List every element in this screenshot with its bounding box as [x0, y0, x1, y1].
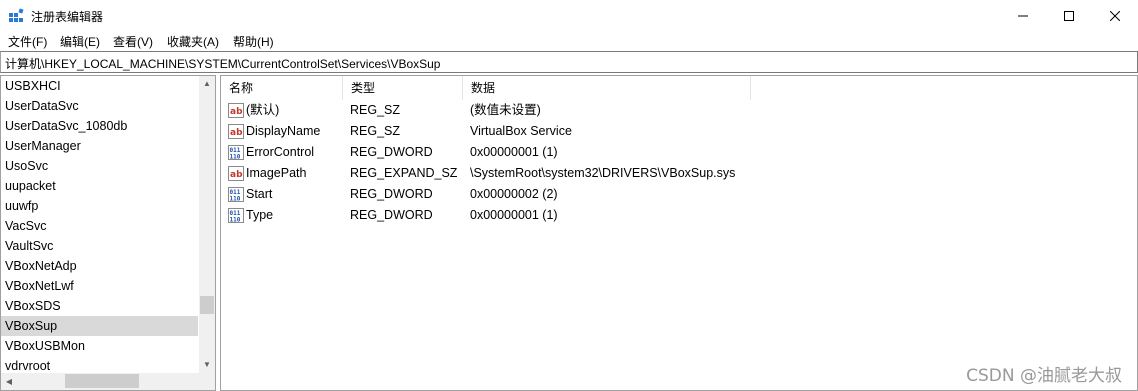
svg-text:ab: ab [230, 170, 243, 180]
dword-value-icon: 011110 [228, 145, 244, 160]
menu-file[interactable]: 文件(F) [8, 33, 47, 50]
value-name: ImagePath [246, 166, 307, 180]
scroll-up-icon[interactable]: ▲ [199, 76, 215, 92]
menu-view[interactable]: 查看(V) [113, 33, 153, 50]
svg-text:110: 110 [230, 196, 241, 203]
menu-help[interactable]: 帮助(H) [233, 33, 274, 50]
menu-bar: 文件(F) 编辑(E) 查看(V) 收藏夹(A) 帮助(H) [0, 31, 1138, 51]
value-row[interactable]: 011 110 Type REG_DWORD 0x00000001 (1) [221, 205, 1137, 226]
value-type: REG_DWORD [350, 145, 433, 159]
scroll-down-icon[interactable]: ▼ [199, 357, 215, 373]
tree-item[interactable]: VaultSvc [1, 236, 198, 256]
value-type: REG_SZ [350, 124, 401, 138]
value-row[interactable]: 011 110 Start REG_DWORD 0x00000002 (2) [221, 184, 1137, 205]
value-data: 0x00000001 (1) [470, 145, 558, 159]
dword-value-icon: 011110 [228, 187, 244, 202]
tree-horizontal-scrollbar[interactable]: ◀ [1, 373, 199, 390]
column-header-name[interactable]: 名称 [221, 76, 343, 100]
value-row[interactable]: 011 110 ErrorControl REG_DWORD 0x00000001 (1… [221, 142, 1137, 163]
tree-item[interactable]: uupacket [1, 176, 198, 196]
value-row[interactable]: ab DisplayName REG_SZ VirtualBox Service [221, 121, 1137, 142]
tree-item[interactable]: UserManager [1, 136, 198, 156]
maximize-icon [1064, 10, 1074, 21]
maximize-button[interactable] [1046, 0, 1092, 31]
value-row[interactable]: ab ImagePath REG_EXPAND_SZ \SystemRoot\syst… [221, 163, 1137, 184]
tree-item-selected[interactable]: VBoxSup [1, 316, 198, 336]
minimize-button[interactable] [1000, 0, 1046, 31]
string-value-icon: ab [228, 124, 244, 139]
svg-text:ab: ab [230, 107, 243, 117]
value-type: REG_SZ [350, 103, 401, 117]
minimize-icon [1018, 15, 1028, 16]
regedit-app-icon [9, 8, 24, 22]
menu-favorites[interactable]: 收藏夹(A) [167, 33, 219, 50]
menu-edit[interactable]: 编辑(E) [60, 33, 100, 50]
key-tree: USBXHCI UserDataSvc UserDataSvc_1080db U… [0, 75, 216, 391]
window-title: 注册表编辑器 [31, 10, 104, 24]
close-icon [1110, 10, 1120, 21]
column-header-type[interactable]: 类型 [343, 76, 463, 100]
tree-item[interactable]: VBoxSDS [1, 296, 198, 316]
value-name: (默认) [246, 103, 280, 117]
tree-item[interactable]: UserDataSvc_1080db [1, 116, 198, 136]
watermark: CSDN @油腻老大叔 [966, 366, 1122, 386]
value-name: DisplayName [246, 124, 321, 138]
value-type: REG_DWORD [350, 208, 433, 222]
tree-item[interactable]: USBXHCI [1, 76, 198, 96]
column-header-data[interactable]: 数据 [463, 76, 751, 100]
value-row[interactable]: ab (默认) REG_SZ (数值未设置) [221, 100, 1137, 121]
value-name: Start [246, 187, 273, 201]
tree-item[interactable]: VBoxNetLwf [1, 276, 198, 296]
svg-text:110: 110 [230, 154, 241, 161]
title-bar: 注册表编辑器 [0, 0, 1138, 31]
tree-item[interactable]: VBoxUSBMon [1, 336, 198, 356]
svg-text:ab: ab [230, 128, 243, 138]
value-data: VirtualBox Service [470, 124, 572, 138]
tree-vertical-scrollbar[interactable]: ▲ ▼ [199, 76, 215, 373]
tree-item[interactable]: uuwfp [1, 196, 198, 216]
value-data: \SystemRoot\system32\DRIVERS\VBoxSup.sys [470, 166, 736, 180]
string-value-icon: ab [228, 103, 244, 118]
scroll-left-icon[interactable]: ◀ [1, 373, 17, 390]
value-name: ErrorControl [246, 145, 315, 159]
tree-item[interactable]: VBoxNetAdp [1, 256, 198, 276]
svg-text:110: 110 [230, 217, 241, 224]
dword-value-icon: 011110 [228, 208, 244, 223]
value-data: (数值未设置) [470, 103, 541, 117]
value-type: REG_EXPAND_SZ [350, 166, 458, 180]
tree-item[interactable]: UserDataSvc [1, 96, 198, 116]
string-value-icon: ab [228, 166, 244, 181]
values-list: 名称 类型 数据 ab (默认) REG_SZ (数值未设置) ab DisplayNam… [220, 75, 1138, 391]
value-data: 0x00000001 (1) [470, 208, 558, 222]
tree-item[interactable]: VacSvc [1, 216, 198, 236]
horizontal-scroll-thumb[interactable] [65, 374, 139, 388]
vertical-scroll-thumb[interactable] [200, 296, 214, 314]
value-type: REG_DWORD [350, 187, 433, 201]
close-button[interactable] [1092, 0, 1138, 31]
address-path: 计算机\HKEY_LOCAL_MACHINE\SYSTEM\CurrentCon… [5, 57, 441, 71]
address-bar[interactable]: 计算机\HKEY_LOCAL_MACHINE\SYSTEM\CurrentCon… [0, 51, 1138, 73]
tree-item[interactable]: UsoSvc [1, 156, 198, 176]
scrollbar-corner [199, 373, 215, 390]
value-name: Type [246, 208, 274, 222]
value-data: 0x00000002 (2) [470, 187, 558, 201]
